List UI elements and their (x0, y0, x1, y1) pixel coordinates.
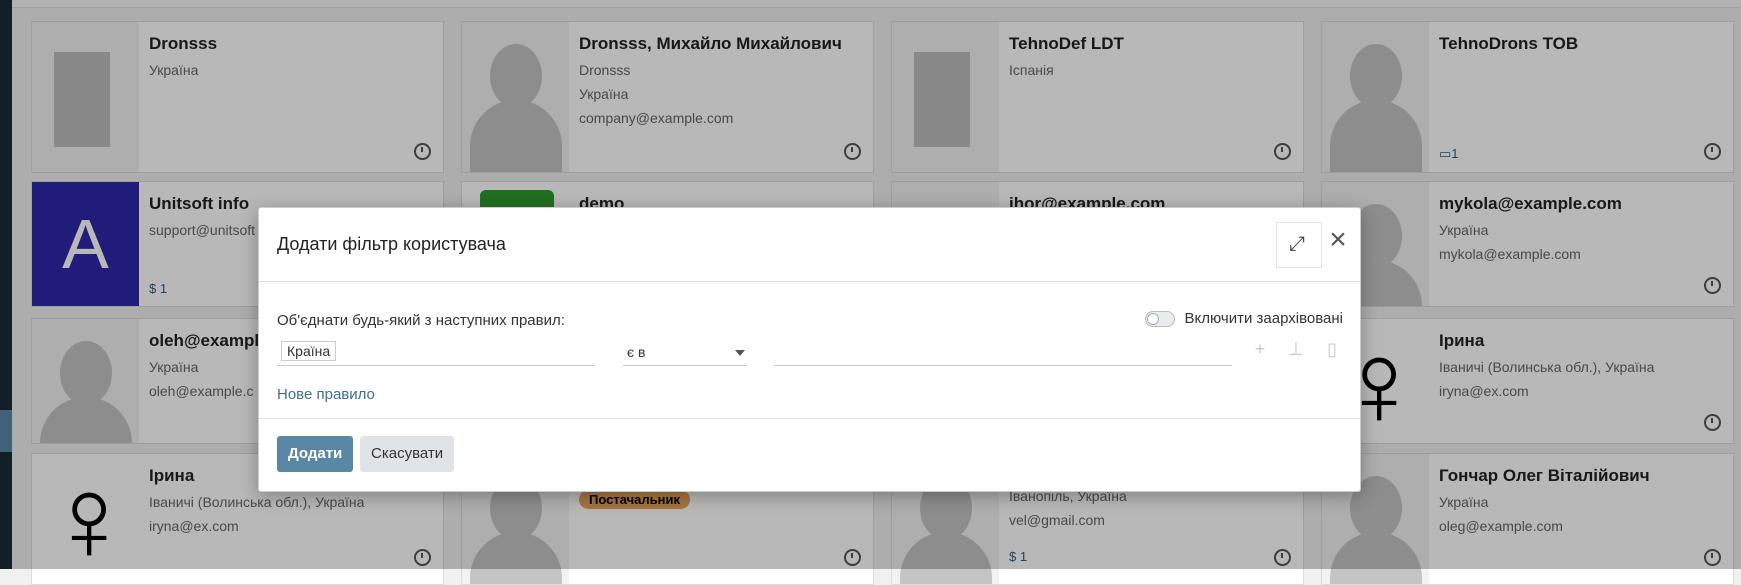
match-rule-label: Об'єднати будь-який з наступних правил: (277, 312, 565, 329)
close-icon[interactable]: × (1324, 225, 1352, 255)
include-archived-toggle-group: Включити заархівовані (1144, 310, 1344, 327)
dialog-header: Додати фільтр користувача ⤢ × (259, 208, 1360, 282)
delete-rule-icon[interactable]: ▯ (1314, 339, 1350, 360)
rule-actions: + ⊥ ▯ (1242, 339, 1350, 360)
rule-field-select[interactable]: Країна (277, 339, 595, 366)
rule-field-value: Країна (281, 341, 337, 361)
add-button[interactable]: Додати (277, 436, 354, 472)
add-rule-icon[interactable]: + (1242, 339, 1278, 360)
dialog-body: Об'єднати будь-який з наступних правил: … (259, 282, 1360, 426)
include-archived-toggle[interactable] (1144, 310, 1175, 327)
dialog-footer: Додати Скасувати (259, 418, 1360, 492)
include-archived-label: Включити заархівовані (1184, 310, 1344, 327)
add-group-icon[interactable]: ⊥ (1278, 339, 1314, 360)
chevron-down-icon (735, 350, 745, 356)
expand-button[interactable]: ⤢ (1276, 222, 1322, 268)
new-rule-link[interactable]: Нове правило (277, 386, 375, 403)
expand-icon: ⤢ (1289, 233, 1305, 255)
add-custom-filter-dialog: Додати фільтр користувача ⤢ × Об'єднати … (258, 207, 1361, 492)
rule-value-input[interactable] (774, 339, 1232, 366)
cancel-button[interactable]: Скасувати (360, 436, 455, 472)
dialog-title: Додати фільтр користувача (277, 234, 506, 254)
rule-operator-value: є в (627, 344, 646, 360)
rule-operator-select[interactable]: є в (623, 339, 747, 366)
